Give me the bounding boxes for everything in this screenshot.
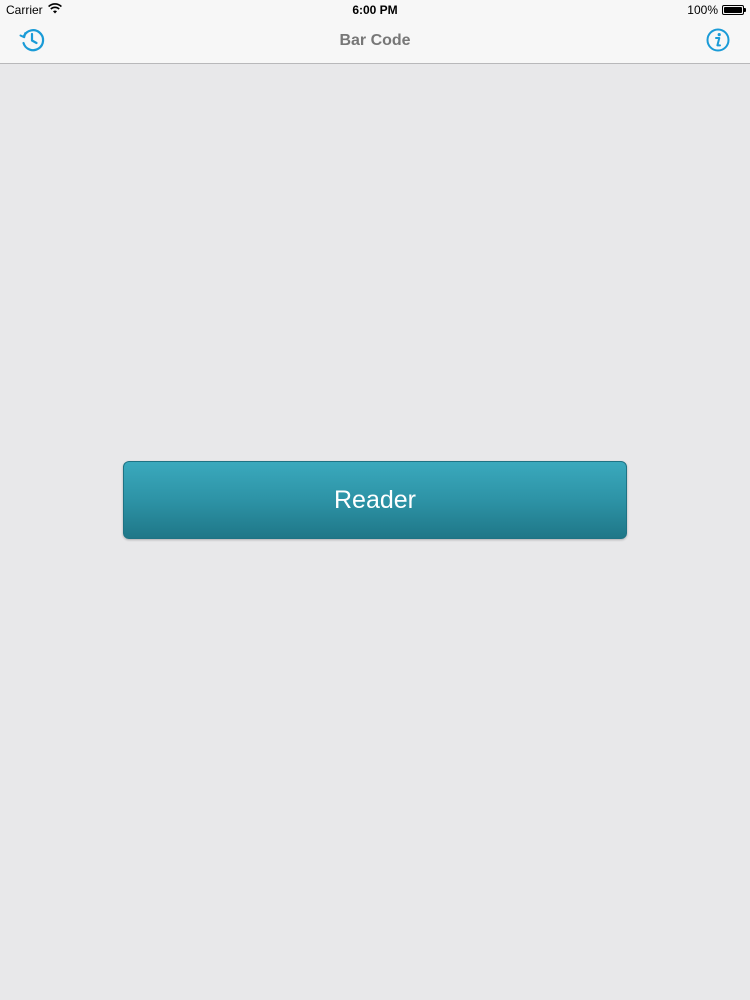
reader-button[interactable]: Reader <box>123 461 627 539</box>
battery-icon <box>722 5 746 15</box>
status-bar: Carrier 6:00 PM 100% <box>0 0 750 20</box>
status-time: 6:00 PM <box>352 3 398 17</box>
battery-fill <box>724 7 742 13</box>
page-title: Bar Code <box>339 32 411 49</box>
battery-tip <box>744 8 746 12</box>
reader-button-label: Reader <box>334 485 416 514</box>
info-button[interactable] <box>704 28 732 56</box>
screen: Carrier 6:00 PM 100% Bar Code Reader <box>0 0 750 1000</box>
info-icon <box>705 27 731 58</box>
nav-bar: Bar Code <box>0 20 750 64</box>
battery-percent: 100% <box>687 3 718 17</box>
status-right: 100% <box>687 3 746 17</box>
